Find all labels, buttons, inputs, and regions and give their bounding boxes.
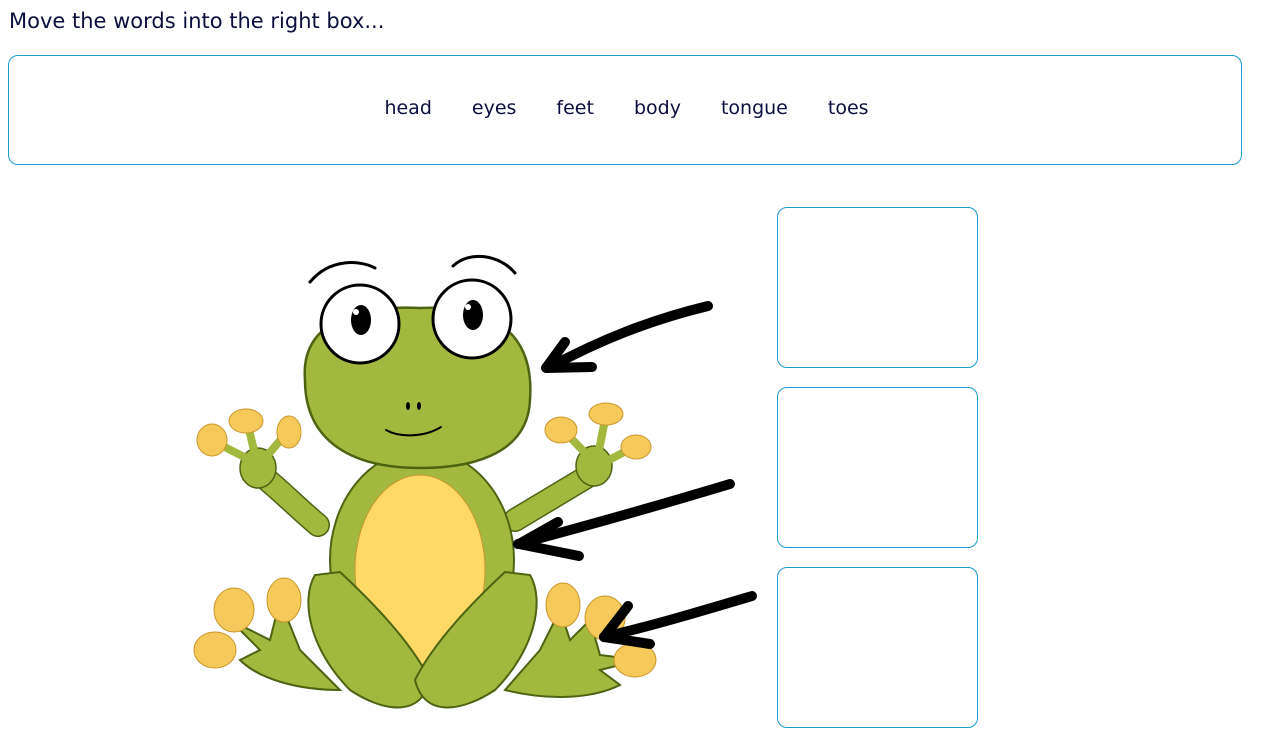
- draggable-word-body[interactable]: body: [614, 92, 701, 124]
- frog-illustration: [193, 254, 657, 709]
- draggable-word-feet[interactable]: feet: [536, 92, 614, 124]
- draggable-word-toes[interactable]: toes: [808, 92, 889, 124]
- right-hand: [503, 402, 652, 532]
- left-hand: [196, 408, 330, 537]
- draggable-word-eyes[interactable]: eyes: [452, 92, 537, 124]
- word-bank[interactable]: head eyes feet body tongue toes: [8, 55, 1242, 165]
- draggable-word-tongue[interactable]: tongue: [701, 92, 808, 124]
- instruction-text: Move the words into the right box...: [9, 9, 385, 33]
- frog-head: [303, 254, 532, 470]
- word-list: head eyes feet body tongue toes: [364, 92, 888, 124]
- drop-box-head[interactable]: [777, 207, 978, 368]
- drop-box-body[interactable]: [777, 387, 978, 548]
- drop-box-toes[interactable]: [777, 567, 978, 728]
- draggable-word-head[interactable]: head: [364, 92, 451, 124]
